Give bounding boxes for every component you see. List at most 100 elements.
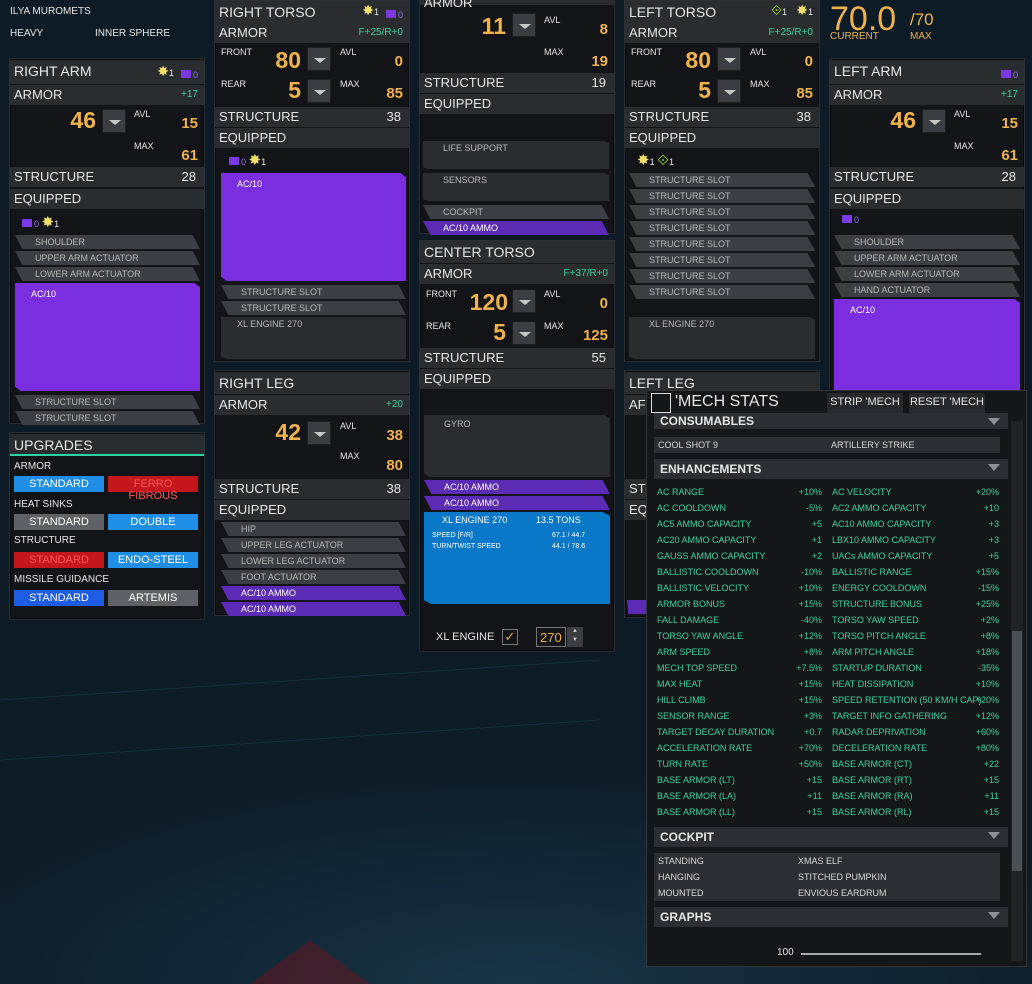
head-panel[interactable]: ARMOR 11 AVL 8 MAX 19 STRUCTURE 19 EQUIPP… xyxy=(419,0,615,235)
left-arm-slot-hand[interactable]: HAND ACTUATOR xyxy=(834,283,1020,297)
right-arm-slot-lower-arm[interactable]: LOWER ARM ACTUATOR xyxy=(15,267,200,281)
center-torso-panel[interactable]: CENTER TORSO ARMOR F+37/R+0 FRONT 120 AVL… xyxy=(419,240,615,652)
upgrade-missile-standard-button[interactable]: STANDARD xyxy=(14,590,104,606)
enhancement-item: TURN RATE +50% xyxy=(657,759,822,769)
right-leg-slot-hip[interactable]: HIP xyxy=(221,522,406,536)
enhancement-name: HEAT DISSIPATION xyxy=(832,679,914,689)
left-torso-rear-spinner[interactable] xyxy=(717,79,741,103)
left-torso-rear[interactable]: 5 xyxy=(675,77,711,104)
right-torso-front[interactable]: 80 xyxy=(265,47,301,74)
enhancement-name: MAX HEAT xyxy=(657,679,703,689)
head-ammo[interactable]: AC/10 AMMO xyxy=(423,221,609,235)
left-torso-slot-structure-5[interactable]: STRUCTURE SLOT xyxy=(629,237,815,251)
left-torso-engine[interactable]: XL ENGINE 270 xyxy=(629,317,815,359)
right-arm-panel[interactable]: RIGHT ARM ✸1 0 ARMOR +17 46 AVL 15 MAX 61… xyxy=(9,58,205,425)
enhancement-item: SPEED RETENTION (50 KM/H CAP) +20% xyxy=(832,695,999,705)
right-leg-ammo-2[interactable]: AC/10 AMMO xyxy=(221,602,406,616)
left-torso-front-spinner[interactable] xyxy=(717,47,741,71)
consumables-section-header[interactable]: CONSUMABLES xyxy=(654,413,1008,429)
center-torso-front[interactable]: 120 xyxy=(466,289,508,316)
upgrade-heat-standard-button[interactable]: STANDARD xyxy=(14,514,104,530)
left-torso-front[interactable]: 80 xyxy=(675,47,711,74)
stats-scrollbar-thumb[interactable] xyxy=(1012,631,1022,871)
upgrade-structure-endo-button[interactable]: ENDO-STEEL xyxy=(108,552,198,568)
right-torso-rear-spinner[interactable] xyxy=(307,79,331,103)
right-torso-structure-row: STRUCTURE 38 xyxy=(215,107,409,127)
right-arm-slot-structure-1[interactable]: STRUCTURE SLOT xyxy=(15,395,200,409)
left-arm-weapon-ac10[interactable]: AC/10 xyxy=(834,299,1020,397)
left-arm-slot-lower-arm[interactable]: LOWER ARM ACTUATOR xyxy=(834,267,1020,281)
consumable-1[interactable]: COOL SHOT 9 xyxy=(658,440,718,450)
left-arm-slot-upper-arm[interactable]: UPPER ARM ACTUATOR xyxy=(834,251,1020,265)
upgrade-armor-ferro-button[interactable]: FERRO FIBROUS xyxy=(108,476,198,502)
upgrade-missile-artemis-button[interactable]: ARTEMIS xyxy=(108,590,198,606)
left-torso-slot-structure-6[interactable]: STRUCTURE SLOT xyxy=(629,253,815,267)
left-torso-slot-structure-1[interactable]: STRUCTURE SLOT xyxy=(629,173,815,187)
enhancement-item: MAX HEAT +15% xyxy=(657,679,822,689)
head-slot-sensors[interactable]: SENSORS xyxy=(423,173,609,201)
head-slot-cockpit[interactable]: COCKPIT xyxy=(423,205,609,219)
right-leg-slot-foot[interactable]: FOOT ACTUATOR xyxy=(221,570,406,584)
stats-scrollbar[interactable] xyxy=(1011,421,1023,961)
head-armor-spinner[interactable] xyxy=(512,13,536,37)
right-arm-slot-shoulder[interactable]: SHOULDER xyxy=(15,235,200,249)
mech-stats-panel[interactable]: 'MECH STATS STRIP 'MECH RESET 'MECH CONS… xyxy=(646,390,1027,967)
left-torso-slot-structure-4[interactable]: STRUCTURE SLOT xyxy=(629,221,815,235)
left-torso-panel[interactable]: LEFT TORSO ⟐1 ✸1 ARMOR F+25/R+0 FRONT 80 … xyxy=(624,0,820,362)
right-leg-armor-spinner[interactable] xyxy=(307,421,331,445)
engine-rating-stepper[interactable]: ▲ ▼ xyxy=(567,627,583,647)
right-arm-weapon-ac10[interactable]: AC/10 xyxy=(15,283,200,391)
enhancement-value: +5 xyxy=(811,519,822,529)
upgrade-heat-double-button[interactable]: DOUBLE xyxy=(108,514,198,530)
left-torso-slot-structure-7[interactable]: STRUCTURE SLOT xyxy=(629,269,815,283)
right-torso-engine[interactable]: XL ENGINE 270 xyxy=(221,317,406,359)
right-leg-slot-lower-leg[interactable]: LOWER LEG ACTUATOR xyxy=(221,554,406,568)
center-torso-ammo-2[interactable]: AC/10 AMMO xyxy=(424,496,610,510)
left-torso-slot-structure-2[interactable]: STRUCTURE SLOT xyxy=(629,189,815,203)
engine-xl-checkbox[interactable]: ✓ xyxy=(502,629,518,645)
left-torso-slot-structure-8[interactable]: STRUCTURE SLOT xyxy=(629,285,815,299)
missile-hardpoint-icon: 0 xyxy=(1000,65,1018,81)
reset-mech-button[interactable]: RESET 'MECH xyxy=(909,393,985,413)
rear-label: REAR xyxy=(631,79,657,89)
right-leg-panel[interactable]: RIGHT LEG ARMOR +20 42 AVL 38 MAX 80 STRU… xyxy=(214,370,410,616)
center-torso-engine-slot[interactable]: XL ENGINE 270 13.5 TONS SPEED [F/R] 67.1… xyxy=(424,512,610,604)
left-torso-slot-structure-3[interactable]: STRUCTURE SLOT xyxy=(629,205,815,219)
left-arm-slot-shoulder[interactable]: SHOULDER xyxy=(834,235,1020,249)
right-torso-front-spinner[interactable] xyxy=(307,47,331,71)
right-torso-slot-structure-1[interactable]: STRUCTURE SLOT xyxy=(221,285,406,299)
center-torso-rear[interactable]: 5 xyxy=(470,319,506,346)
right-torso-slot-structure-2[interactable]: STRUCTURE SLOT xyxy=(221,301,406,315)
right-torso-rear[interactable]: 5 xyxy=(265,77,301,104)
right-leg-armor-value[interactable]: 42 xyxy=(265,419,301,446)
center-torso-front-spinner[interactable] xyxy=(512,289,536,313)
strip-mech-button[interactable]: STRIP 'MECH xyxy=(827,393,903,413)
right-arm-slot-upper-arm[interactable]: UPPER ARM ACTUATOR xyxy=(15,251,200,265)
enhancement-name: UACs AMMO CAPACITY xyxy=(832,551,933,561)
graphs-section-header[interactable]: GRAPHS xyxy=(654,907,1008,927)
right-leg-ammo-1[interactable]: AC/10 AMMO xyxy=(221,586,406,600)
center-torso-ammo-1[interactable]: AC/10 AMMO xyxy=(424,480,610,494)
right-arm-armor-spinner[interactable] xyxy=(102,109,126,133)
right-torso-weapon-ac10[interactable]: AC/10 xyxy=(221,173,406,281)
upgrade-armor-standard-button[interactable]: STANDARD xyxy=(14,476,104,492)
right-arm-slot-structure-2[interactable]: STRUCTURE SLOT xyxy=(15,411,200,425)
left-arm-armor-value[interactable]: 46 xyxy=(880,107,916,134)
left-arm-panel[interactable]: LEFT ARM 0 ARMOR +17 46 AVL 15 MAX 61 STR… xyxy=(829,58,1025,398)
head-armor-value[interactable]: 11 xyxy=(470,13,506,40)
expand-icon[interactable] xyxy=(651,393,671,413)
right-arm-armor-value[interactable]: 46 xyxy=(60,107,96,134)
head-slot-life-support[interactable]: LIFE SUPPORT xyxy=(423,141,609,169)
right-torso-panel[interactable]: RIGHT TORSO ✸1 0 ARMOR F+25/R+0 FRONT 80 … xyxy=(214,0,410,362)
left-arm-armor-spinner[interactable] xyxy=(922,109,946,133)
center-torso-rear-spinner[interactable] xyxy=(512,321,536,345)
right-arm-hardpoints: 0 ✸1 xyxy=(22,213,59,231)
upgrade-structure-standard-button[interactable]: STANDARD xyxy=(14,552,104,568)
cockpit-section-header[interactable]: COCKPIT xyxy=(654,827,1008,847)
enhancement-name: AC RANGE xyxy=(657,487,705,497)
right-leg-slot-upper-leg[interactable]: UPPER LEG ACTUATOR xyxy=(221,538,406,552)
center-torso-gyro[interactable]: GYRO xyxy=(424,415,610,477)
enhancements-section-header[interactable]: ENHANCEMENTS xyxy=(654,459,1008,479)
consumable-2[interactable]: ARTILLERY STRIKE xyxy=(831,440,915,450)
engine-rating-input[interactable]: 270 xyxy=(536,627,566,647)
